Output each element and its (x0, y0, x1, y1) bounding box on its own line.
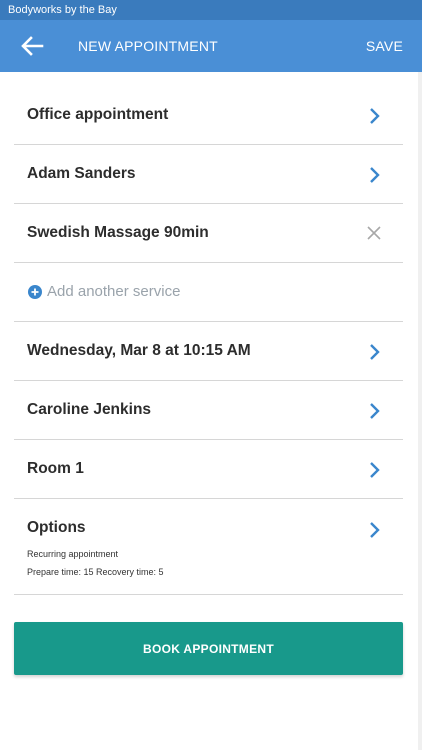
options-recurring-text: Recurring appointment (27, 549, 119, 559)
chevron-right-icon (370, 522, 380, 538)
chevron-right-icon (370, 108, 380, 124)
close-icon[interactable] (367, 226, 381, 240)
back-button[interactable] (18, 32, 48, 60)
location-row[interactable]: Office appointment (14, 86, 403, 145)
client-row[interactable]: Adam Sanders (14, 145, 403, 204)
chevron-right-icon (370, 344, 380, 360)
options-times-text: Prepare time: 15 Recovery time: 5 (27, 567, 164, 577)
datetime-row[interactable]: Wednesday, Mar 8 at 10:15 AM (14, 322, 403, 381)
add-service-link: Add another service (47, 283, 181, 300)
room-label: Room 1 (27, 460, 84, 477)
status-app-name: Bodyworks by the Bay (8, 4, 117, 16)
location-label: Office appointment (27, 106, 169, 123)
chevron-right-icon (370, 167, 380, 183)
status-bar: Bodyworks by the Bay (0, 0, 422, 20)
datetime-label: Wednesday, Mar 8 at 10:15 AM (27, 342, 251, 359)
service-row[interactable]: Swedish Massage 90min (14, 204, 403, 263)
page-title: NEW APPOINTMENT (78, 38, 218, 54)
scroll-edge (418, 72, 422, 750)
service-label: Swedish Massage 90min (27, 224, 209, 241)
chevron-right-icon (370, 462, 380, 478)
staff-row[interactable]: Caroline Jenkins (14, 381, 403, 440)
appointment-form: Office appointment Adam Sanders Swedish … (14, 86, 403, 595)
add-circle-icon (28, 285, 42, 299)
app-bar: NEW APPOINTMENT SAVE (0, 20, 422, 72)
add-service-row[interactable]: Add another service (14, 263, 403, 322)
arrow-left-icon (21, 36, 44, 56)
save-button[interactable]: SAVE (366, 20, 403, 72)
options-label: Options (27, 519, 86, 536)
staff-label: Caroline Jenkins (27, 401, 152, 418)
options-row[interactable]: Options Recurring appointment Prepare ti… (14, 499, 403, 595)
client-label: Adam Sanders (27, 165, 136, 182)
room-row[interactable]: Room 1 (14, 440, 403, 499)
book-appointment-button[interactable]: BOOK APPOINTMENT (14, 622, 403, 675)
chevron-right-icon (370, 403, 380, 419)
